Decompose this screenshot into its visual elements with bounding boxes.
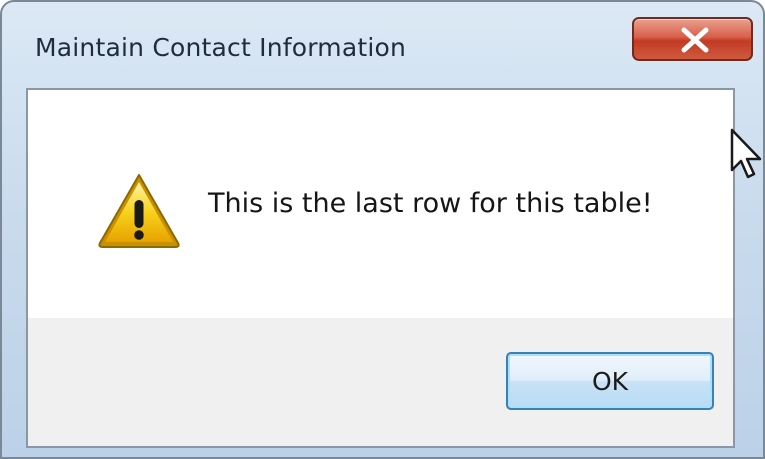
- close-x-icon: [681, 27, 709, 53]
- message-area: This is the last row for this table!: [28, 90, 733, 318]
- close-button[interactable]: [632, 17, 753, 61]
- message-text: This is the last row for this table!: [208, 188, 653, 219]
- title-bar[interactable]: Maintain Contact Information: [2, 2, 763, 88]
- mouse-cursor-icon: [730, 128, 762, 179]
- ok-button[interactable]: OK: [506, 352, 714, 410]
- window-title: Maintain Contact Information: [35, 33, 407, 62]
- dialog-window: Maintain Contact Information This is the…: [0, 0, 765, 459]
- dialog-content: This is the last row for this table! OK: [26, 88, 735, 448]
- warning-icon: [98, 174, 180, 248]
